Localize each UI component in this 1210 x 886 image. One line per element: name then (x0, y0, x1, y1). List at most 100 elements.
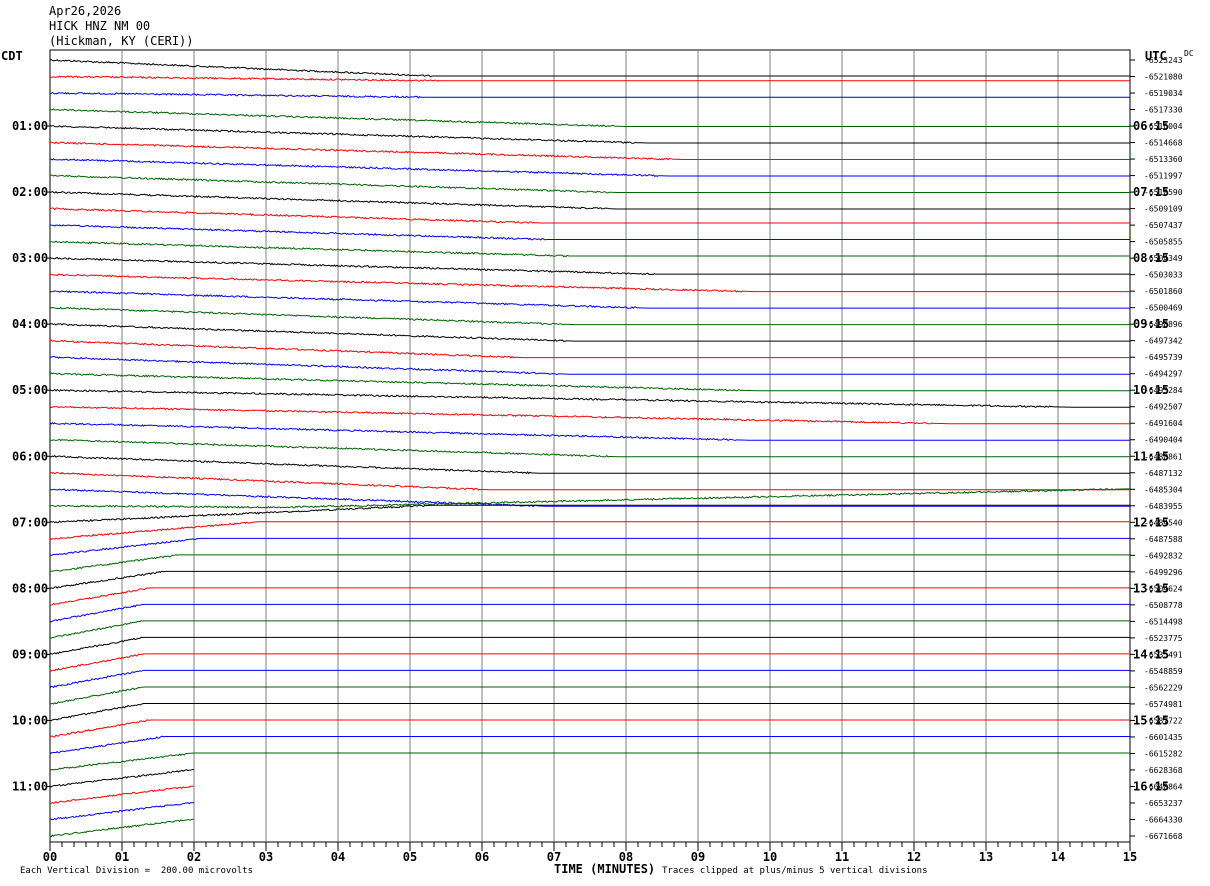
dc-offset-label: -6511997 (1144, 172, 1183, 181)
helicorder-plot: 00 01 02 03 04 05 06 07 08 09 10 11 12 13 14 1501:0002:… (12, 49, 1194, 864)
dc-offset-label: -6523775 (1144, 634, 1183, 643)
dc-offset-label: -6523243 (1144, 56, 1183, 65)
dc-offset-label: -6514668 (1144, 139, 1183, 148)
x-tick-label: 09 (691, 850, 705, 864)
dc-offset-label: -6494297 (1144, 370, 1183, 379)
dc-offset-label: -6548859 (1144, 667, 1183, 676)
seismic-trace (49, 421, 1130, 442)
seismic-trace (49, 174, 1130, 194)
dc-offset-label: -6521080 (1144, 73, 1183, 82)
x-tick-label: 11 (835, 850, 849, 864)
seismic-trace (49, 653, 1130, 672)
seismic-trace (49, 537, 1130, 557)
seismic-trace (49, 686, 1130, 705)
seismic-trace (49, 620, 1130, 639)
x-tick-label: 12 (907, 850, 921, 864)
dc-offset-label: -6487588 (1144, 535, 1183, 544)
dc-offset-label: -6488861 (1144, 452, 1183, 461)
plot-frame (49, 49, 1131, 843)
seismic-trace (49, 124, 1130, 144)
dc-offset-label: -6510590 (1144, 188, 1183, 197)
seismic-trace (49, 59, 1130, 78)
dc-offset-label: -6615282 (1144, 749, 1183, 758)
dc-offset-label: -6484540 (1144, 518, 1183, 527)
x-tick-label: 03 (259, 850, 273, 864)
seismic-trace (49, 158, 1130, 178)
x-tick-label: 05 (403, 850, 417, 864)
seismic-trace (49, 339, 1130, 359)
seismic-trace (49, 273, 1130, 293)
dc-offset-label: -6517330 (1144, 106, 1183, 115)
dc-offset-label: -6500469 (1144, 304, 1183, 313)
dc-offset-label: -6499296 (1144, 568, 1183, 577)
x-tick-label: 01 (115, 850, 129, 864)
seismic-trace (49, 719, 1130, 738)
left-hour-label: 09:00 (12, 647, 48, 661)
x-tick-label: 06 (475, 850, 489, 864)
dc-offset-label: -6535491 (1144, 650, 1183, 659)
dc-offset-label: -6498896 (1144, 320, 1183, 329)
dc-offset-label: -6501860 (1144, 287, 1183, 296)
seismic-trace (49, 256, 1130, 276)
seismic-trace (49, 521, 1130, 540)
dc-offset-label: -6495739 (1144, 353, 1183, 362)
dc-offset-label: -6492507 (1144, 403, 1183, 412)
seismic-trace (49, 75, 1130, 82)
dc-offset-label: -6492832 (1144, 551, 1183, 560)
dc-offset-label: -6574981 (1144, 700, 1183, 709)
seismic-trace (49, 735, 1130, 755)
dc-offset-label: -6514498 (1144, 617, 1183, 626)
seismic-trace (49, 240, 1130, 258)
x-tick-label: 02 (187, 850, 201, 864)
seismic-trace (49, 405, 1130, 425)
dc-offset-label: -6671668 (1144, 832, 1183, 841)
dc-offset-label: -6504349 (1144, 254, 1183, 263)
dc-label: DC (1184, 49, 1194, 58)
dc-offset-label: -6664330 (1144, 815, 1183, 824)
left-hour-label: 03:00 (12, 251, 48, 265)
x-tick-label: 14 (1051, 850, 1065, 864)
dc-offset-label: -6491604 (1144, 419, 1183, 428)
seismic-trace (49, 388, 1130, 409)
left-hour-label: 08:00 (12, 581, 48, 595)
x-tick-label: 00 (43, 850, 57, 864)
dc-offset-label: -6504624 (1144, 584, 1183, 593)
seismic-trace (49, 554, 1130, 572)
dc-offset-label: -6640864 (1144, 782, 1183, 791)
dc-offset-label: -6485304 (1144, 485, 1183, 494)
seismic-trace (49, 306, 1130, 326)
seismic-trace (49, 207, 1130, 224)
left-hour-label: 01:00 (12, 119, 48, 133)
left-hour-label: 04:00 (12, 317, 48, 331)
seismic-trace (49, 488, 1130, 507)
dc-offset-label: -6508778 (1144, 601, 1183, 610)
dc-offset-label: -6628368 (1144, 766, 1183, 775)
seismic-trace (49, 603, 1130, 623)
dc-offset-label: -6513360 (1144, 155, 1183, 164)
scale-note: Each Vertical Division = 200.00 microvol… (20, 866, 253, 876)
x-axis-title: TIME (MINUTES) (554, 862, 656, 876)
dc-offset-label: -6487132 (1144, 469, 1183, 478)
left-hour-label: 05:00 (12, 383, 48, 397)
seismic-trace (49, 323, 1130, 342)
dc-offset-label: -6490404 (1144, 436, 1183, 445)
dc-offset-label: -6562229 (1144, 683, 1183, 692)
x-tick-label: 10 (763, 850, 777, 864)
seismic-trace (49, 471, 1130, 491)
dc-offset-label: -6503033 (1144, 271, 1183, 280)
left-hour-label: 11:00 (12, 779, 48, 793)
seismic-trace (49, 587, 1130, 606)
seismic-trace (49, 504, 1130, 524)
seismic-trace (49, 438, 1130, 458)
seismic-trace (49, 752, 1130, 771)
x-tick-label: 13 (979, 850, 993, 864)
left-hour-label: 10:00 (12, 713, 48, 727)
x-tick-label: 04 (331, 850, 345, 864)
dc-offset-label: -6483955 (1144, 502, 1183, 511)
x-tick-label: 15 (1123, 850, 1137, 864)
seismic-trace (49, 570, 1130, 589)
dc-offset-label: -6509109 (1144, 205, 1183, 214)
seismic-trace (49, 190, 1130, 210)
dc-offset-label: -6497342 (1144, 337, 1183, 346)
dc-offset-label: -6519034 (1144, 89, 1183, 98)
